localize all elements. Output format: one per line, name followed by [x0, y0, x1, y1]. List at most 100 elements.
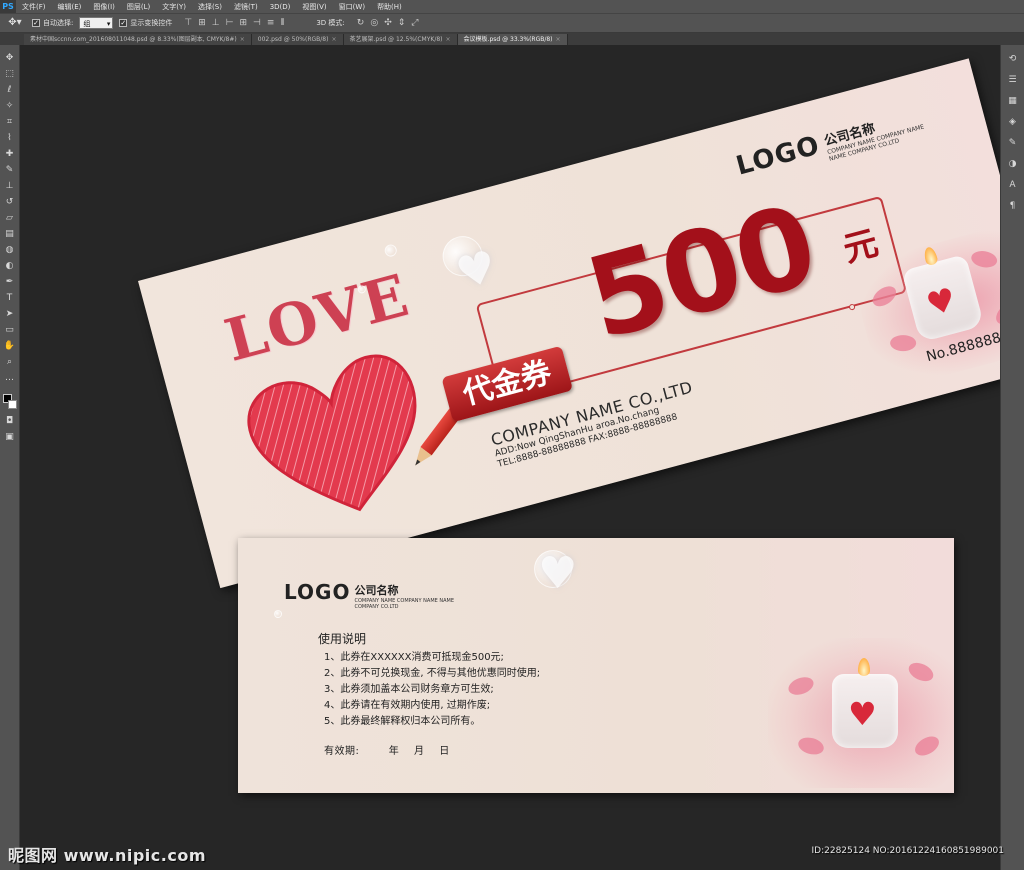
auto-select-dropdown[interactable]: 组	[79, 17, 114, 30]
validity-period: 有效期: 年 月 日	[324, 746, 450, 757]
menu-filter[interactable]: 滤镜(T)	[228, 2, 264, 12]
menu-edit[interactable]: 编辑(E)	[52, 2, 88, 12]
character-panel-icon[interactable]: A	[1005, 177, 1021, 193]
usage-instructions-title: 使用说明	[318, 632, 367, 646]
layers-panel-icon[interactable]: ▦	[1005, 93, 1021, 109]
lasso-tool-icon[interactable]: ℓ	[2, 83, 18, 98]
menu-3d[interactable]: 3D(D)	[264, 3, 297, 11]
close-icon[interactable]: ×	[331, 36, 336, 43]
petal	[869, 282, 900, 311]
crop-tool-icon[interactable]: ⌗	[2, 115, 18, 130]
magic-wand-tool-icon[interactable]: ✧	[2, 99, 18, 114]
eraser-tool-icon[interactable]: ▱	[2, 211, 18, 226]
voucher-back[interactable]: ♥ LOGO 公司名称 COMPANY NAME COMPANY NAME NA…	[238, 538, 954, 793]
tab-label: 茶艺展架.psd @ 12.5%(CMYK/8)	[349, 36, 443, 43]
logo-text: LOGO	[284, 580, 351, 604]
checkbox-checked-icon: ✓	[32, 19, 40, 27]
more-tools-icon[interactable]: …	[2, 371, 18, 386]
eyedropper-tool-icon[interactable]: ⌇	[2, 131, 18, 146]
menu-window[interactable]: 窗口(W)	[333, 2, 371, 12]
move-tool-icon[interactable]: ✥	[2, 51, 18, 66]
bubble-heart-decoration: ♥	[450, 240, 503, 301]
document-tab[interactable]: 002.psd @ 50%(RGB/8) ×	[251, 34, 344, 45]
type-tool-icon[interactable]: T	[2, 291, 18, 306]
candle: ♥	[901, 245, 985, 343]
close-icon[interactable]: ×	[556, 36, 561, 43]
pen-tool-icon[interactable]: ✒	[2, 275, 18, 290]
bubble-heart-decoration: ♥	[538, 548, 578, 599]
hand-tool-icon[interactable]: ✋	[2, 339, 18, 354]
adjustments-panel-icon[interactable]: ◑	[1005, 156, 1021, 172]
distribute-h-icon[interactable]: ⦀	[280, 18, 284, 28]
petal	[992, 298, 1000, 329]
show-transform-checkbox[interactable]: ✓ 显示变换控件	[119, 18, 172, 28]
history-brush-tool-icon[interactable]: ↺	[2, 195, 18, 210]
auto-select-checkbox[interactable]: ✓ 自动选择:	[32, 18, 73, 28]
company-block: 公司名称 COMPANY NAME COMPANY NAME NAME COMP…	[821, 98, 944, 162]
gradient-tool-icon[interactable]: ▤	[2, 227, 18, 242]
document-tab[interactable]: 素材中国sccnn.com_2016080110​48.psd @ 8.33%(…	[24, 34, 252, 45]
menu-file[interactable]: 文件(F)	[16, 2, 52, 12]
petal	[905, 659, 937, 685]
quick-mask-icon[interactable]: ◘	[2, 414, 18, 429]
menu-type[interactable]: 文字(Y)	[156, 2, 192, 12]
history-panel-icon[interactable]: ⟲	[1005, 51, 1021, 67]
align-center-icon[interactable]: ⊞	[239, 18, 247, 28]
3d-roll-icon[interactable]: ◎	[370, 18, 378, 28]
petal	[786, 674, 816, 698]
menu-help[interactable]: 帮助(H)	[371, 2, 408, 12]
shape-tool-icon[interactable]: ▭	[2, 323, 18, 338]
channels-panel-icon[interactable]: ◈	[1005, 114, 1021, 130]
candle-illustration: ♥	[768, 638, 954, 788]
dodge-tool-icon[interactable]: ◐	[2, 259, 18, 274]
move-tool-icon[interactable]: ✥▾	[4, 16, 26, 30]
list-item: 1、此券在XXXXXX消费可抵现金500元;	[324, 652, 504, 663]
petal	[911, 732, 943, 760]
heart-icon: ♥	[922, 279, 960, 324]
distribute-icon[interactable]: ≡	[267, 18, 275, 28]
3d-drag-icon[interactable]: ✣	[384, 18, 392, 28]
tab-label: 素材中国sccnn.com_2016080110​48.psd @ 8.33%(…	[30, 36, 237, 43]
candle: ♥	[832, 658, 898, 748]
screen-mode-icon[interactable]: ▣	[2, 430, 18, 445]
menu-image[interactable]: 图像(I)	[87, 2, 121, 12]
document-tab-active[interactable]: 会议模板.psd @ 33.3%(RGB/8) ×	[457, 34, 568, 45]
menu-select[interactable]: 选择(S)	[192, 2, 228, 12]
blur-tool-icon[interactable]: ◍	[2, 243, 18, 258]
clone-stamp-tool-icon[interactable]: ⊥	[2, 179, 18, 194]
photoshop-logo[interactable]: PS	[0, 0, 16, 13]
align-left-icon[interactable]: ⊢	[226, 18, 234, 28]
candle-flame	[858, 658, 870, 676]
3d-scale-icon[interactable]: ⤢	[411, 18, 418, 28]
usage-rules-list: 1、此券在XXXXXX消费可抵现金500元; 2、此券不可兑换现金, 不得与其他…	[324, 650, 540, 730]
menu-layer[interactable]: 图层(L)	[121, 2, 156, 12]
paragraph-panel-icon[interactable]: ¶	[1005, 198, 1021, 214]
brush-tool-icon[interactable]: ✎	[2, 163, 18, 178]
marquee-tool-icon[interactable]: ⬚	[2, 67, 18, 82]
menu-view[interactable]: 视图(V)	[296, 2, 332, 12]
color-swatches[interactable]	[2, 393, 18, 413]
zoom-tool-icon[interactable]: ⌕	[2, 355, 18, 370]
align-top-icon[interactable]: ⊤	[184, 18, 192, 28]
background-color-swatch[interactable]	[7, 400, 17, 409]
document-tab[interactable]: 茶艺展架.psd @ 12.5%(CMYK/8) ×	[343, 34, 458, 45]
3d-rotate-icon[interactable]: ↻	[357, 18, 365, 28]
align-buttons: ⊤ ⊞ ⊥ ⊢ ⊞ ⊣ ≡ ⦀	[184, 18, 284, 28]
properties-panel-icon[interactable]: ☰	[1005, 72, 1021, 88]
voucher-front[interactable]: LOVE ♥ LOGO 公司名称 COMPANY NAME COMPANY NA…	[138, 58, 1000, 589]
align-middle-icon[interactable]: ⊞	[198, 18, 206, 28]
align-bottom-icon[interactable]: ⊥	[212, 18, 220, 28]
3d-slide-icon[interactable]: ⇕	[398, 18, 406, 28]
healing-brush-tool-icon[interactable]: ✚	[2, 147, 18, 162]
document-canvas[interactable]: LOVE ♥ LOGO 公司名称 COMPANY NAME COMPANY NA…	[20, 45, 1000, 870]
panel-dock: ⟲ ☰ ▦ ◈ ✎ ◑ A ¶	[1000, 45, 1024, 870]
company-name-cn: 公司名称	[354, 584, 399, 597]
close-icon[interactable]: ×	[240, 36, 245, 43]
paths-panel-icon[interactable]: ✎	[1005, 135, 1021, 151]
company-name-en: COMPANY NAME COMPANY NAME NAME COMPANY C…	[354, 598, 455, 610]
path-selection-tool-icon[interactable]: ➤	[2, 307, 18, 322]
close-icon[interactable]: ×	[446, 36, 451, 43]
align-right-icon[interactable]: ⊣	[253, 18, 261, 28]
watermark-site: 昵图网 www.nipic.com	[8, 846, 206, 865]
logo-area: LOGO 公司名称 COMPANY NAME COMPANY NAME NAME…	[284, 580, 454, 610]
